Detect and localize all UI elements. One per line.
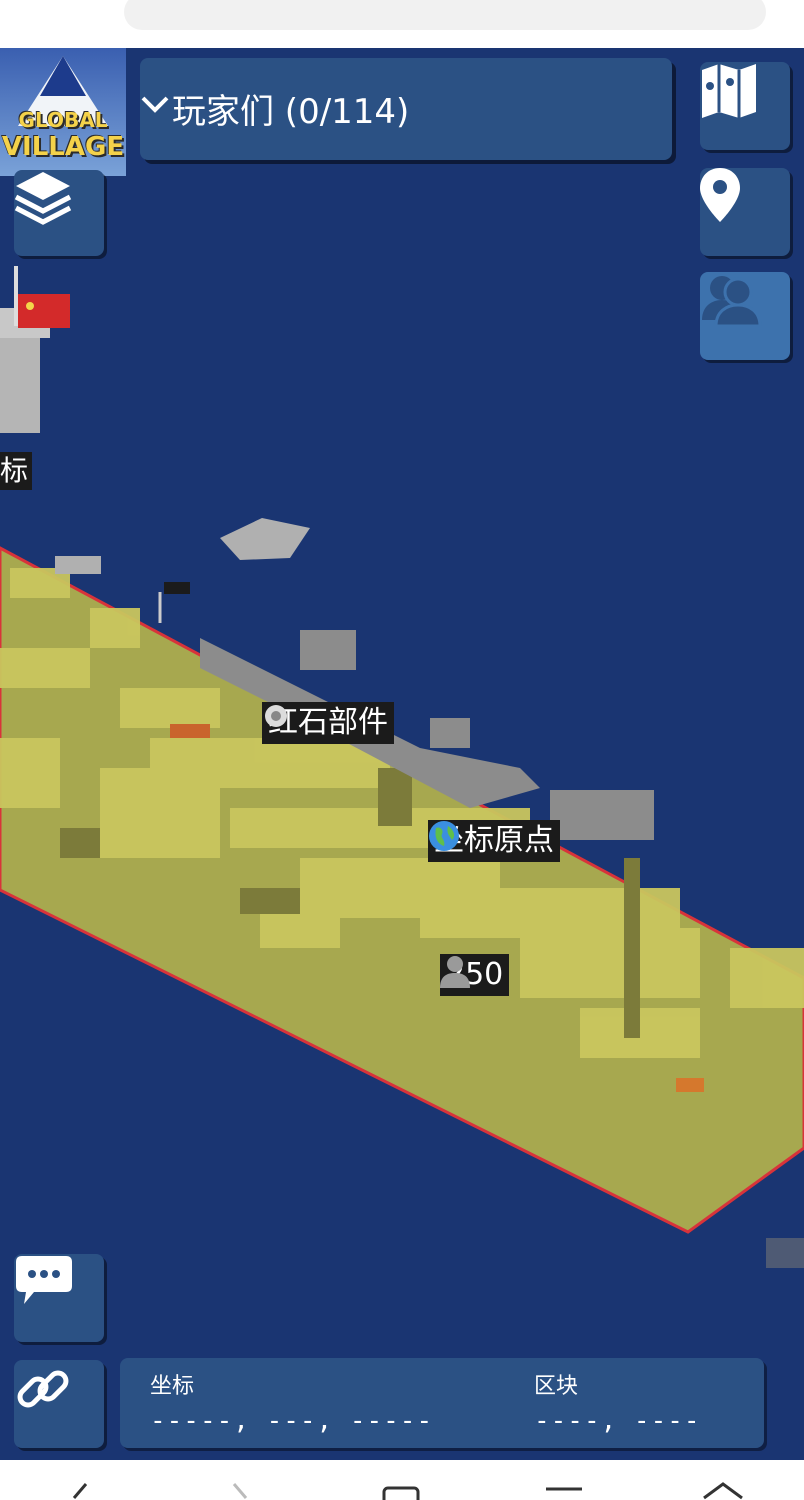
players-label: 玩家们 (0/114) [172, 92, 410, 132]
layers-icon [14, 172, 72, 225]
map-viewport[interactable]: GLOBAL VILLAGE 玩家们 (0/114) 标 红石部件 坐标原点 2… [0, 48, 804, 1460]
menu-icon[interactable] [546, 1486, 582, 1496]
back-icon[interactable] [66, 1482, 90, 1500]
home-icon[interactable] [700, 1480, 746, 1500]
server-logo: GLOBAL VILLAGE [0, 48, 126, 176]
link-button[interactable] [14, 1360, 104, 1448]
coord-value: -----, ---, ----- [150, 1406, 434, 1436]
player-icon [440, 956, 470, 988]
forward-icon[interactable] [230, 1482, 254, 1500]
coordinate-panel: 坐标 -----, ---, ----- 区块 ----, ---- [120, 1358, 764, 1448]
location-pin-icon [700, 168, 740, 222]
address-bar[interactable] [124, 0, 766, 30]
players-dropdown[interactable]: 玩家们 (0/114) [140, 58, 672, 160]
coord-label: 坐标 [150, 1374, 195, 1399]
chevron-down-icon [141, 96, 169, 113]
browser-top-bar [0, 0, 804, 48]
globe-icon [429, 821, 459, 851]
chat-button[interactable] [14, 1254, 104, 1342]
partial-marker-label: 标 [0, 452, 33, 490]
chunk-value: ----, ---- [534, 1406, 701, 1436]
chat-icon [16, 1256, 72, 1304]
chunk-label: 区块 [534, 1374, 579, 1399]
map-render[interactable] [0, 48, 804, 1460]
players-button[interactable] [700, 272, 790, 360]
map-button[interactable] [700, 62, 790, 150]
gear-icon [265, 705, 287, 727]
layers-button[interactable] [14, 170, 104, 256]
logo-line-1: GLOBAL [18, 108, 108, 132]
browser-bottom-nav [0, 1460, 804, 1500]
location-button[interactable] [700, 168, 790, 256]
tabs-icon[interactable] [382, 1484, 422, 1500]
map-icon [702, 64, 756, 118]
player-marker[interactable]: 250 [440, 954, 510, 996]
logo-line-2: VILLAGE [1, 132, 125, 162]
link-icon [17, 1370, 69, 1408]
origin-marker[interactable]: 坐标原点 [428, 820, 560, 862]
players-icon [702, 276, 762, 326]
shield-icon [48, 0, 74, 6]
redstone-marker[interactable]: 红石部件 [262, 702, 394, 744]
